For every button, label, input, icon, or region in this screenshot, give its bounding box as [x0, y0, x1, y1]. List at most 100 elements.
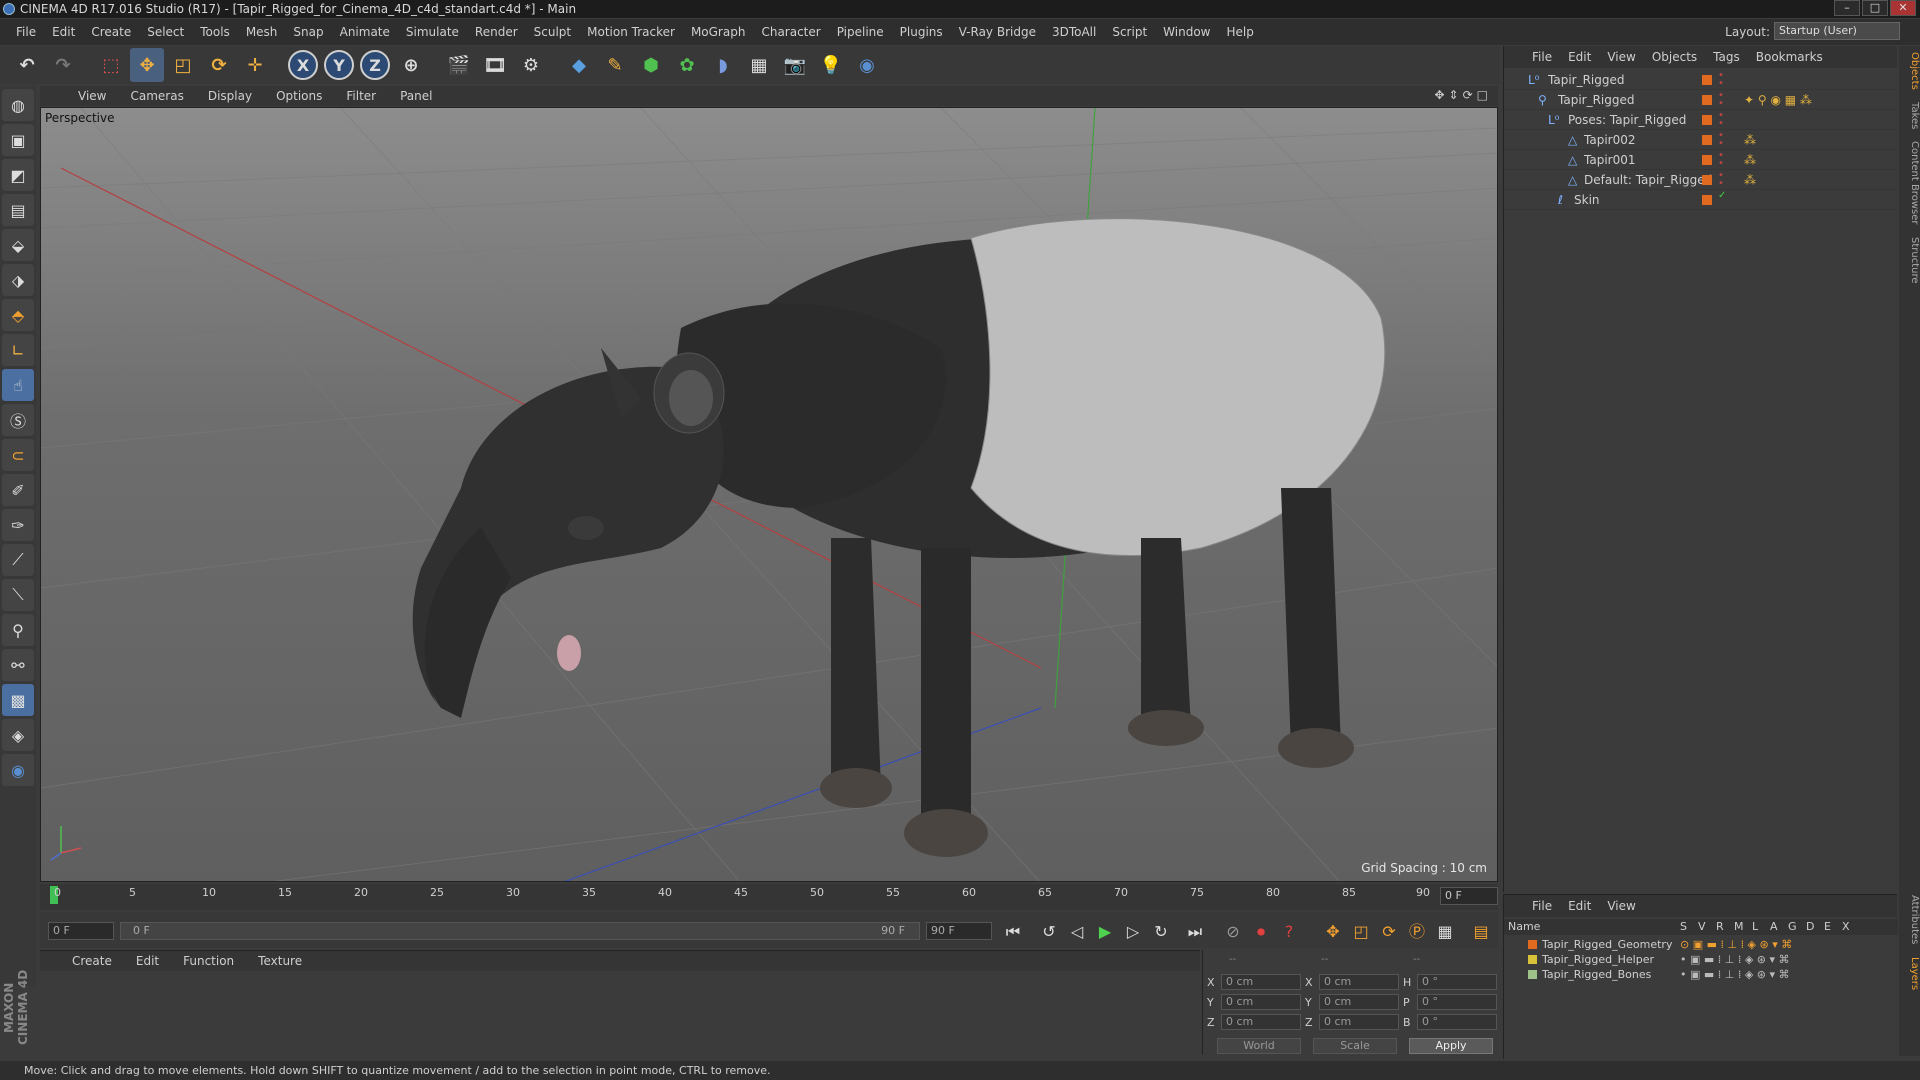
size-mode-dropdown[interactable]: Scale — [1313, 1038, 1397, 1054]
current-frame-field[interactable]: 0 F — [1440, 887, 1498, 905]
maximize-button[interactable]: □ — [1862, 0, 1888, 16]
y-axis-lock-button[interactable]: Y — [324, 50, 354, 80]
layer-row[interactable]: Tapir_Rigged_Bones • ▣ ▬ ⁞ ⊥ ⁞ ◈ ⊛ ▾ ⌘ — [1504, 967, 1898, 982]
object-row[interactable]: L⁰ Poses: Tapir_Rigged • • — [1504, 110, 1898, 130]
menu-window[interactable]: Window — [1155, 25, 1218, 39]
viewport-menu-options[interactable]: Options — [264, 89, 334, 103]
minimize-button[interactable]: – — [1834, 0, 1860, 16]
next-frame-icon[interactable]: ▷ — [1120, 920, 1146, 944]
object-row[interactable]: ⚲ Tapir_Rigged • • ✦ ⚲ ◉ ▦ ⁂ — [1504, 90, 1898, 110]
maximize-view-icon[interactable]: □ — [1477, 88, 1488, 102]
key-pla-icon[interactable]: ▦ — [1432, 920, 1458, 944]
size-z-field[interactable]: 0 cm — [1319, 1014, 1399, 1030]
timeline-ruler[interactable]: 0 5 10 15 20 25 30 35 40 45 50 55 60 65 … — [40, 884, 1498, 910]
edges-mode-icon[interactable]: ⬗ — [2, 264, 34, 296]
go-to-end-icon[interactable]: ⏭ — [1182, 920, 1208, 944]
tag-icons[interactable]: ⁂ — [1744, 150, 1756, 170]
joint-tool-icon[interactable]: ⟍ — [2, 579, 34, 611]
viewport-menu-view[interactable]: View — [66, 89, 118, 103]
key-scale-icon[interactable]: ◰ — [1348, 920, 1374, 944]
snap-icon[interactable]: ⊂ — [2, 439, 34, 471]
position-x-field[interactable]: 0 cm — [1221, 974, 1301, 990]
undo-icon[interactable]: ↶ — [10, 48, 44, 82]
rotation-b-field[interactable]: 0 ° — [1417, 1014, 1497, 1030]
layer-menu-file[interactable]: File — [1524, 899, 1560, 913]
frame-range-slider[interactable]: 0 F 90 F — [120, 922, 920, 940]
rotate-view-icon[interactable]: ⟳ — [1463, 88, 1473, 102]
visibility-dots-icon[interactable]: • • — [1718, 151, 1724, 169]
tag-icons[interactable]: ✦ ⚲ ◉ ▦ ⁂ — [1744, 90, 1812, 110]
viewport-menu-filter[interactable]: Filter — [334, 89, 388, 103]
rotation-h-field[interactable]: 0 ° — [1417, 974, 1497, 990]
render-to-picture-viewer-icon[interactable]: 🎞 — [478, 48, 512, 82]
subdivision-surface-icon[interactable]: ⬢ — [634, 48, 668, 82]
viewport-menu-cameras[interactable]: Cameras — [118, 89, 195, 103]
side-tab-structure[interactable]: Structure — [1899, 231, 1920, 290]
menu-sculpt[interactable]: Sculpt — [526, 25, 579, 39]
cloner-icon[interactable]: ✿ — [670, 48, 704, 82]
record-keys-icon[interactable]: ⊘ — [1220, 920, 1246, 944]
make-editable-icon[interactable]: ◍ — [2, 89, 34, 121]
side-tab-layers[interactable]: Layers — [1899, 951, 1920, 996]
x-axis-lock-button[interactable]: X — [288, 50, 318, 80]
tapir-model[interactable] — [412, 218, 1386, 857]
key-rotation-icon[interactable]: ⟳ — [1376, 920, 1402, 944]
object-menu-tags[interactable]: Tags — [1705, 50, 1748, 64]
layer-color-swatch[interactable] — [1528, 955, 1537, 964]
mesh-check-icon[interactable]: ▩ — [2, 684, 34, 716]
menu-render[interactable]: Render — [467, 25, 526, 39]
autokeying-icon[interactable]: ⏺ — [1248, 920, 1274, 944]
end-frame-field[interactable]: 90 F — [926, 922, 992, 940]
solo-mode-icon[interactable]: Ⓢ — [2, 404, 34, 436]
rotate-tool-icon[interactable]: ⟳ — [202, 48, 236, 82]
ik-tool-icon[interactable]: ⟋ — [2, 544, 34, 576]
model-mode-icon[interactable]: ▣ — [2, 124, 34, 156]
object-menu-view[interactable]: View — [1599, 50, 1643, 64]
move-tool-icon[interactable]: ✥ — [130, 48, 164, 82]
python-icon[interactable]: ◉ — [850, 48, 884, 82]
next-key-icon[interactable]: ↻ — [1148, 920, 1174, 944]
layer-menu-view[interactable]: View — [1599, 899, 1643, 913]
viewport-menu-display[interactable]: Display — [196, 89, 264, 103]
object-menu-bookmarks[interactable]: Bookmarks — [1748, 50, 1831, 64]
previous-key-icon[interactable]: ↺ — [1036, 920, 1062, 944]
visibility-dots-icon[interactable]: • • — [1718, 71, 1724, 89]
keyframe-selection-icon[interactable]: ? — [1276, 920, 1302, 944]
layer-toggle-icons[interactable]: ⊙ ▣ ▬ ⁞ ⊥ ⁞ ◈ ⊛ ▾ ⌘ — [1680, 937, 1792, 952]
lock-workplane-icon[interactable]: ◈ — [2, 719, 34, 751]
previous-frame-icon[interactable]: ◁ — [1064, 920, 1090, 944]
deformer-icon[interactable]: ◗ — [706, 48, 740, 82]
side-tab-takes[interactable]: Takes — [1899, 96, 1920, 135]
key-position-icon[interactable]: ✥ — [1320, 920, 1346, 944]
menu-mograph[interactable]: MoGraph — [683, 25, 754, 39]
menu-select[interactable]: Select — [139, 25, 192, 39]
perspective-viewport[interactable]: Perspective Grid Spacing : 10 cm — [40, 107, 1498, 882]
size-y-field[interactable]: 0 cm — [1319, 994, 1399, 1010]
menu-script[interactable]: Script — [1104, 25, 1155, 39]
paint-tool-icon[interactable]: ✑ — [2, 509, 34, 541]
texture-mode-icon[interactable]: ◩ — [2, 159, 34, 191]
layer-menu-edit[interactable]: Edit — [1560, 899, 1599, 913]
object-row[interactable]: ℓ Skin ✓ — [1504, 190, 1898, 210]
axis-mode-icon[interactable]: ∟ — [2, 334, 34, 366]
edit-render-settings-icon[interactable]: ⚙ — [514, 48, 548, 82]
dolly-view-icon[interactable]: ⇕ — [1449, 88, 1459, 102]
material-menu-create[interactable]: Create — [60, 954, 124, 968]
menu-simulate[interactable]: Simulate — [398, 25, 467, 39]
object-row[interactable]: △ Tapir002 • • ⁂ — [1504, 130, 1898, 150]
object-menu-objects[interactable]: Objects — [1644, 50, 1705, 64]
points-mode-icon[interactable]: ⬙ — [2, 229, 34, 261]
position-z-field[interactable]: 0 cm — [1221, 1014, 1301, 1030]
side-tab-objects[interactable]: Objects — [1899, 46, 1920, 96]
menu-3dtoall[interactable]: 3DToAll — [1044, 25, 1104, 39]
object-row[interactable]: △ Default: Tapir_Rigged • • ⁂ — [1504, 170, 1898, 190]
floor-icon[interactable]: ▦ — [742, 48, 776, 82]
visibility-dots-icon[interactable]: • • — [1718, 171, 1724, 189]
object-row[interactable]: △ Tapir001 • • ⁂ — [1504, 150, 1898, 170]
object-menu-file[interactable]: File — [1524, 50, 1560, 64]
weight-tool-icon[interactable]: ⚲ — [2, 614, 34, 646]
menu-mesh[interactable]: Mesh — [238, 25, 286, 39]
material-menu-texture[interactable]: Texture — [246, 954, 314, 968]
viewport-menu-panel[interactable]: Panel — [388, 89, 444, 103]
side-tab-attributes[interactable]: Attributes — [1899, 889, 1920, 950]
